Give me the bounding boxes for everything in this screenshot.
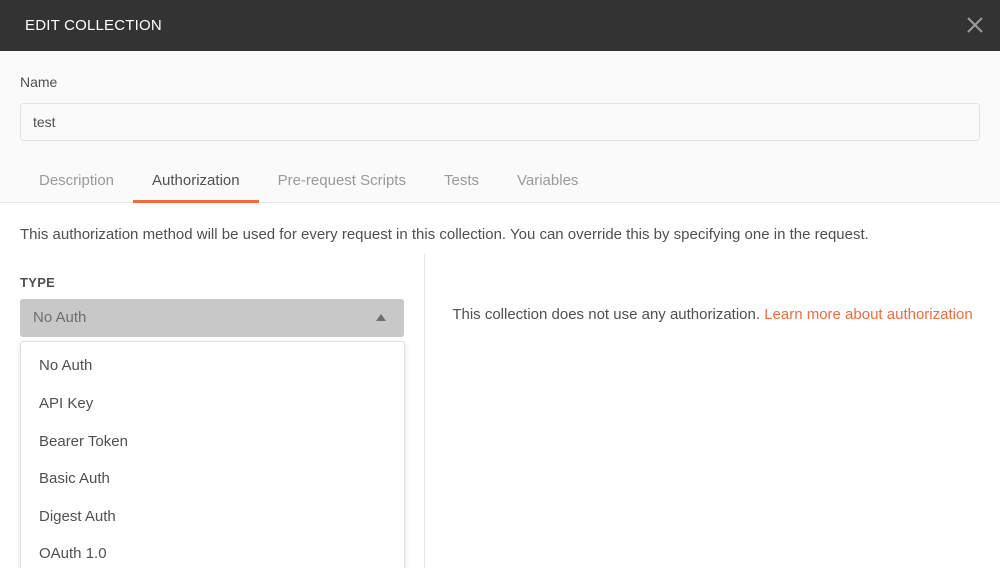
menu-item-api-key[interactable]: API Key <box>21 381 404 419</box>
menu-item-bearer-token[interactable]: Bearer Token <box>21 419 404 457</box>
dialog-title: EDIT COLLECTION <box>25 17 162 34</box>
menu-item-oauth-1[interactable]: OAuth 1.0 <box>21 531 404 568</box>
no-auth-info-text: This collection does not use any authori… <box>452 306 761 323</box>
close-icon[interactable] <box>966 16 984 34</box>
auth-type-dropdown-menu: No Auth API Key Bearer Token Basic Auth … <box>20 341 405 568</box>
menu-item-no-auth[interactable]: No Auth <box>21 342 404 381</box>
menu-item-digest-auth[interactable]: Digest Auth <box>21 494 404 532</box>
tab-bar: Description Authorization Pre-request Sc… <box>20 164 597 203</box>
tab-tests[interactable]: Tests <box>425 164 498 203</box>
no-auth-info: This collection does not use any authori… <box>450 304 975 326</box>
collection-header-section: Name Description Authorization Pre-reque… <box>0 51 1000 203</box>
caret-up-icon <box>376 314 386 321</box>
auth-type-select[interactable]: No Auth <box>20 299 404 337</box>
tab-pre-request-scripts[interactable]: Pre-request Scripts <box>259 164 425 203</box>
vertical-divider <box>424 254 425 568</box>
learn-more-link[interactable]: Learn more about authorization <box>764 306 972 323</box>
type-label: TYPE <box>20 275 56 290</box>
authorization-description: This authorization method will be used f… <box>20 226 869 243</box>
dialog-header: EDIT COLLECTION <box>0 0 1000 51</box>
auth-type-selected-value: No Auth <box>33 309 87 326</box>
tab-authorization[interactable]: Authorization <box>133 164 259 203</box>
collection-name-input[interactable] <box>20 103 980 141</box>
tab-variables[interactable]: Variables <box>498 164 597 203</box>
menu-item-basic-auth[interactable]: Basic Auth <box>21 456 404 494</box>
tab-description[interactable]: Description <box>20 164 133 203</box>
name-label: Name <box>20 74 58 90</box>
